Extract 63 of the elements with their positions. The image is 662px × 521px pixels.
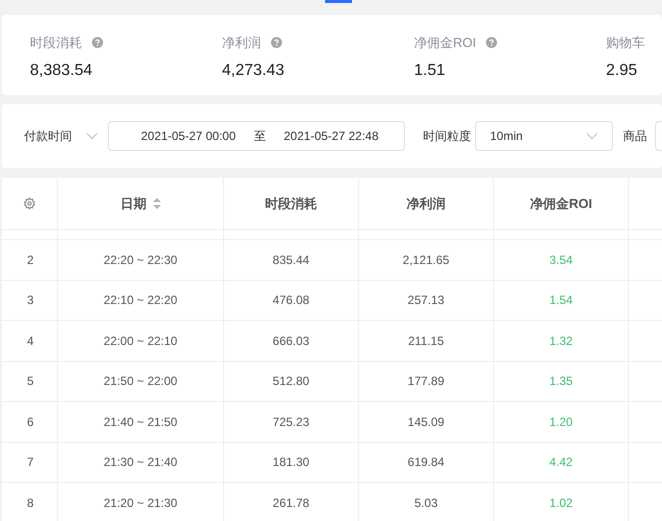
settings-icon[interactable] [23,197,36,210]
date-range-field[interactable]: 2021-05-27 00:00 至 2021-05-27 22:48 [108,121,405,151]
active-tab-indicator [324,0,352,3]
spend-cell-text: 725.23 [272,414,310,431]
profit-cell-text: 2,121.65 [402,252,450,269]
end-date: 2021-05-27 22:48 [284,128,378,145]
row-index: 5 [27,373,34,390]
profit-cell-text: 5.03 [414,494,438,512]
spend-cell-text: 835.44 [272,252,310,269]
roi-cell-text: 1.20 [549,414,573,431]
period-cell-text: 22:20 ~ 22:30 [104,252,178,269]
profit-cell-text: 177.89 [408,373,444,390]
roi-cell-text: 4.42 [549,454,573,472]
column-header: 时段消耗 [224,178,359,229]
help-icon[interactable] [271,37,282,48]
row-index: 7 [27,454,34,472]
spend-cell-text: 666.03 [272,332,310,350]
product-label: 商品 [623,128,647,145]
range-separator: 至 [254,128,266,145]
stat-value: 8,383.54 [30,60,94,80]
spend-cell-text: 512.80 [272,373,310,390]
roi-cell-text: 1.54 [549,292,573,310]
roi-cell-text: 1.35 [549,373,573,390]
spend-cell-text: 181.30 [272,454,310,472]
stat-label: 购物车 [606,34,645,52]
period-cell-text: 22:00 ~ 22:10 [104,332,178,350]
column-header: 日期 [58,178,224,229]
time-type-select[interactable]: 付款时间 [24,127,100,145]
row-index: 8 [27,494,34,512]
granularity-label: 时间粒度 [423,128,471,145]
profit-cell-text: 619.84 [408,454,444,472]
profit-cell-text: 145.09 [408,414,444,431]
period-cell-text: 21:50 ~ 22:00 [104,373,178,390]
stat-label: 净佣金ROI [414,34,476,52]
chevron-down-icon [86,132,98,140]
spend-cell-text: 476.08 [272,292,310,310]
help-icon[interactable] [92,37,103,48]
period-cell-text: 22:10 ~ 22:20 [104,292,178,310]
help-icon[interactable] [486,37,498,48]
period-cell-text: 21:30 ~ 21:40 [104,454,178,472]
roi-cell-text: 3.54 [549,252,573,269]
column-header: 净利润 [359,178,494,229]
granularity-select[interactable]: 10min [475,121,613,151]
start-date: 2021-05-27 00:00 [141,128,236,145]
stat-label: 时段消耗 [30,34,82,52]
chevron-down-icon [586,132,598,140]
stat-value: 4,273.43 [222,60,286,80]
stat-value: 2.95 [606,60,638,80]
spend-cell-text: 261.78 [272,494,310,512]
roi-cell-text: 1.32 [549,332,573,350]
profit-cell-text: 211.15 [408,332,444,350]
column-header: 净佣金ROI [494,178,629,229]
stat-label: 净利润 [222,34,261,52]
profit-cell-text: 257.13 [408,292,444,310]
row-index: 6 [27,414,34,431]
row-index: 3 [27,292,34,310]
sort-icon[interactable] [152,198,160,209]
roi-cell-text: 1.02 [549,494,573,512]
stat-value: 1.51 [414,60,446,80]
row-index: 4 [27,332,34,350]
period-cell-text: 21:40 ~ 21:50 [104,414,178,431]
row-index: 2 [27,252,34,269]
period-cell-text: 21:20 ~ 21:30 [104,494,178,512]
